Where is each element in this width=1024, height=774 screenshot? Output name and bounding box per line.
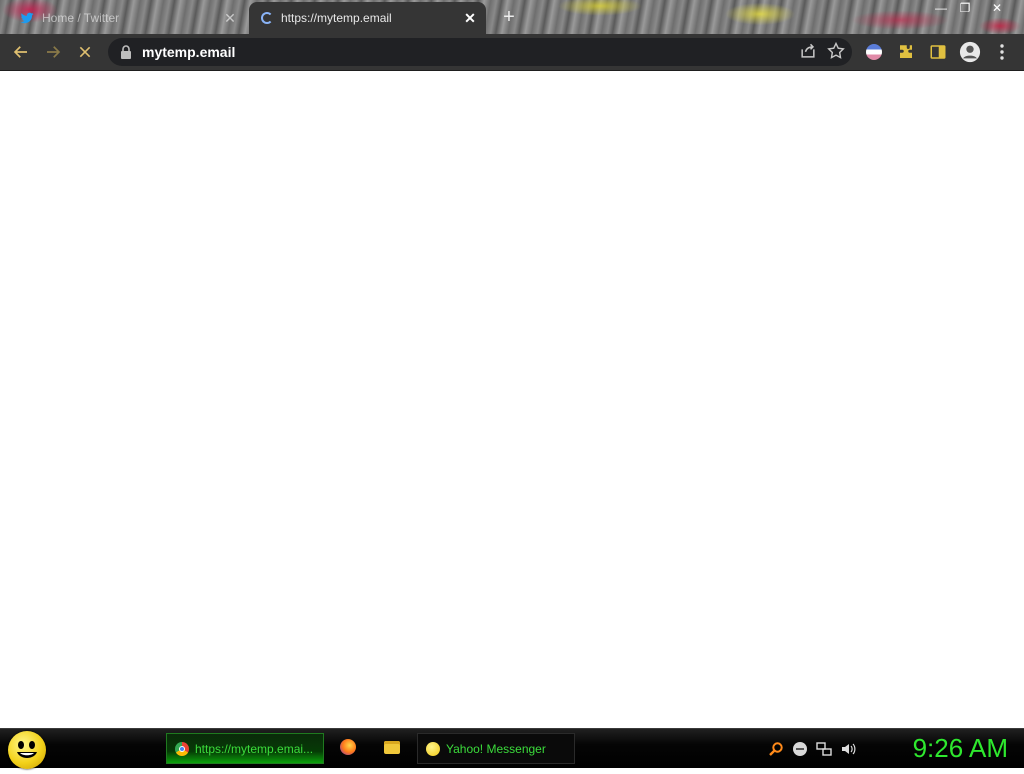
volume-icon[interactable] — [840, 741, 856, 757]
loading-spinner-icon — [261, 12, 273, 24]
menu-button[interactable] — [990, 40, 1014, 64]
flag-icon — [866, 44, 882, 60]
share-icon[interactable] — [798, 41, 818, 61]
close-tab-icon[interactable]: ✕ — [222, 10, 238, 26]
smiley-icon — [17, 741, 37, 758]
close-window-icon[interactable]: ✕ — [986, 0, 1008, 18]
forward-button[interactable] — [41, 40, 65, 64]
tab-strip: Home / Twitter ✕ https://mytemp.email ✕ … — [0, 0, 1024, 34]
tab-mytemp[interactable]: https://mytemp.email ✕ — [249, 2, 486, 34]
close-tab-icon[interactable]: ✕ — [462, 10, 478, 26]
taskbar-task-yahoo-messenger[interactable]: Yahoo! Messenger — [417, 733, 575, 764]
address-bar[interactable]: mytemp.email — [108, 38, 852, 66]
side-panel-button[interactable] — [926, 40, 950, 64]
browser-toolbar: mytemp.email — [0, 34, 1024, 71]
minimize-icon[interactable]: — — [930, 0, 952, 18]
extensions-button[interactable] — [894, 40, 918, 64]
task-label: https://mytemp.emai... — [195, 741, 314, 756]
chrome-icon — [175, 741, 189, 756]
minus-circle-icon[interactable] — [792, 741, 808, 757]
network-icon[interactable] — [816, 741, 832, 757]
taskbar-task-chrome[interactable]: https://mytemp.emai... — [166, 733, 324, 764]
clock[interactable]: 9:26 AM — [913, 733, 1008, 764]
profile-button[interactable] — [958, 40, 982, 64]
back-button[interactable] — [9, 40, 33, 64]
tab-twitter[interactable]: Home / Twitter ✕ — [12, 2, 246, 34]
stop-icon — [79, 46, 91, 58]
search-icon[interactable] — [768, 741, 784, 757]
yahoo-messenger-icon — [426, 741, 440, 756]
back-arrow-icon — [13, 46, 27, 58]
twitter-icon — [20, 12, 34, 24]
new-tab-button[interactable]: + — [498, 6, 520, 28]
firefox-icon[interactable] — [340, 739, 358, 757]
extension-flag-button[interactable] — [862, 40, 886, 64]
url-text: mytemp.email — [142, 44, 236, 60]
kebab-menu-icon — [1000, 44, 1004, 60]
folder-icon[interactable] — [384, 739, 402, 757]
bookmark-star-icon[interactable] — [826, 41, 846, 61]
tab-title: https://mytemp.email — [281, 11, 392, 25]
task-label: Yahoo! Messenger — [446, 741, 546, 756]
lock-icon — [121, 45, 131, 59]
taskbar: https://mytemp.emai... Yahoo! Messenger … — [0, 728, 1024, 769]
page-content — [0, 71, 1024, 728]
stop-button[interactable] — [73, 40, 97, 64]
side-panel-icon — [930, 45, 946, 59]
start-button[interactable] — [8, 731, 46, 769]
tab-title: Home / Twitter — [42, 11, 120, 25]
puzzle-icon — [900, 45, 912, 58]
restore-icon[interactable]: ❐ — [954, 0, 976, 18]
forward-arrow-icon — [47, 46, 61, 58]
avatar-icon — [959, 41, 981, 63]
